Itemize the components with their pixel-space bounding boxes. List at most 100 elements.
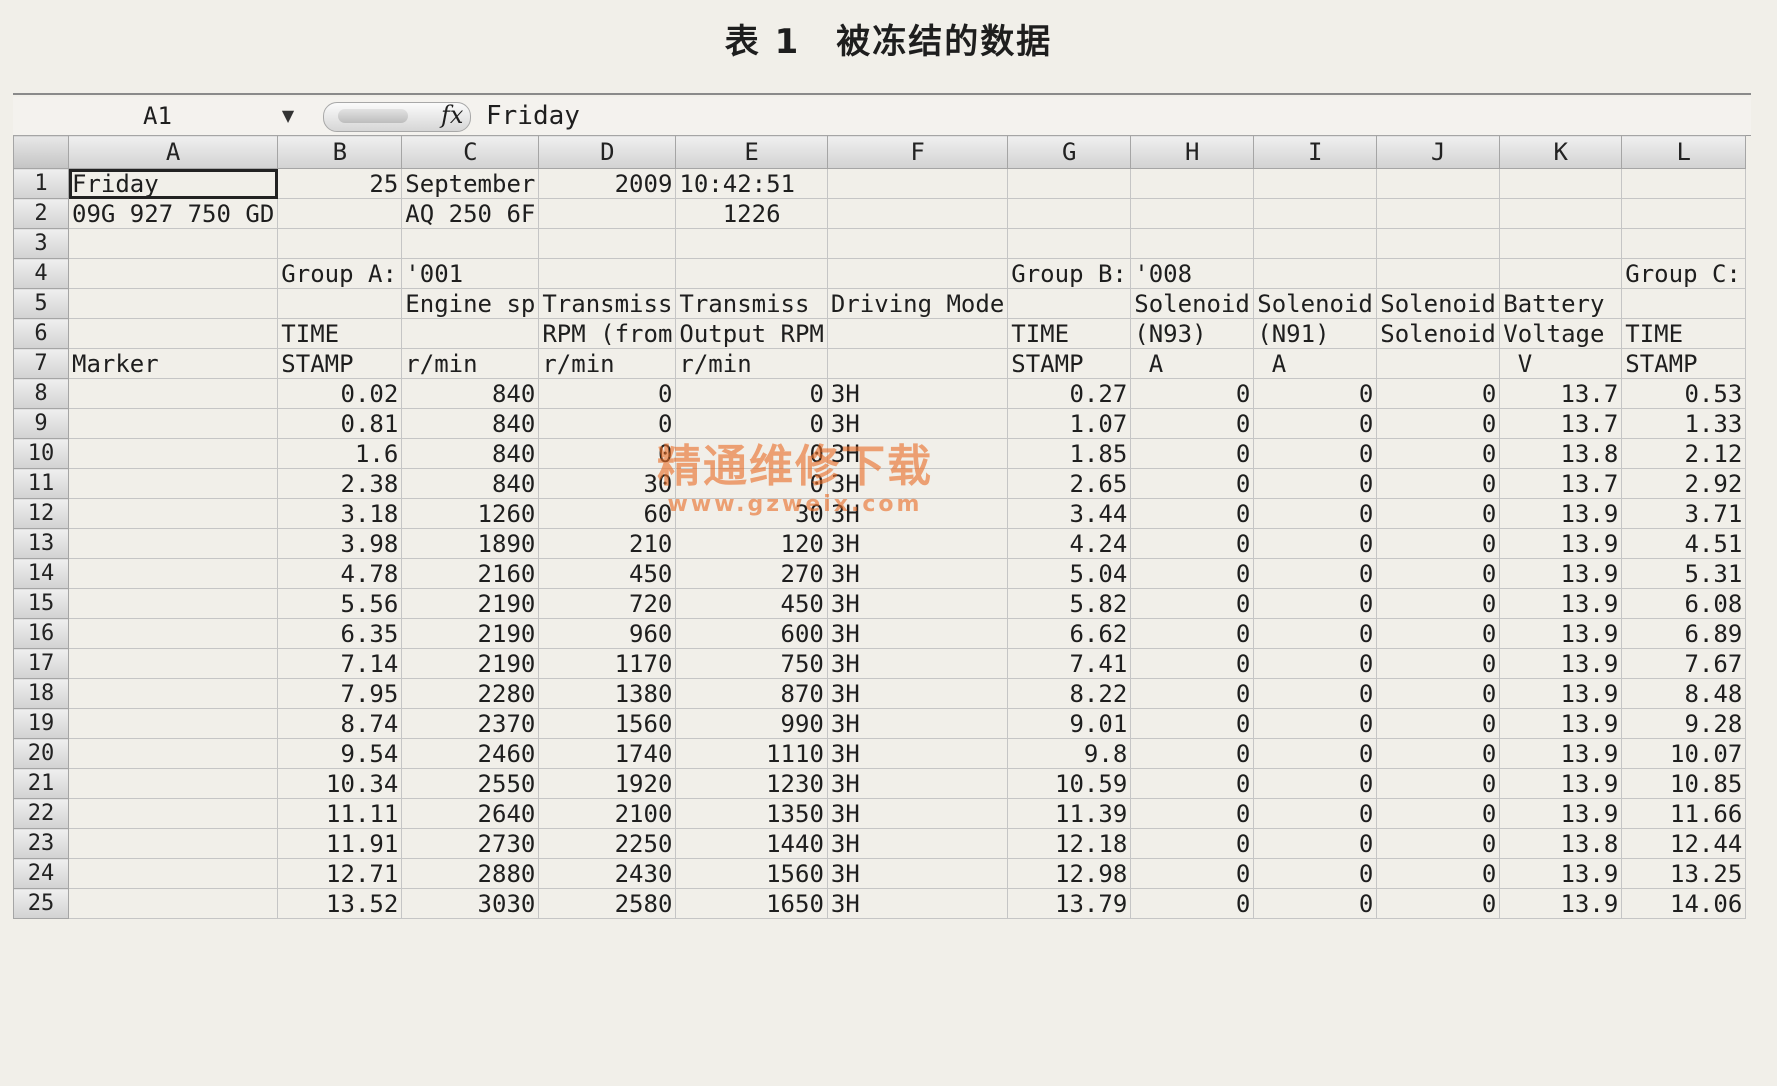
grid-cell[interactable] xyxy=(401,228,540,259)
grid-cell[interactable]: 12.44 xyxy=(1621,828,1747,859)
grid-cell[interactable]: 0 xyxy=(1376,378,1501,409)
grid-cell[interactable]: 0 xyxy=(1376,468,1501,499)
grid-cell[interactable]: 990 xyxy=(675,708,828,739)
grid-cell[interactable]: 870 xyxy=(675,678,828,709)
grid-cell[interactable]: 2460 xyxy=(401,738,540,769)
grid-cell[interactable]: 840 xyxy=(401,408,540,439)
grid-cell[interactable]: 12.98 xyxy=(1007,858,1132,889)
grid-cell[interactable]: 0 xyxy=(1253,498,1378,529)
grid-cell[interactable]: 10.34 xyxy=(277,768,403,799)
grid-cell[interactable]: 1.6 xyxy=(277,438,403,469)
grid-cell[interactable] xyxy=(538,258,677,289)
column-header-e[interactable]: E xyxy=(675,135,828,169)
row-header[interactable]: 19 xyxy=(13,708,69,739)
grid-cell[interactable]: 0 xyxy=(1253,828,1378,859)
column-header-g[interactable]: G xyxy=(1007,135,1132,169)
grid-cell[interactable]: 1226 xyxy=(675,198,828,229)
grid-cell[interactable]: 0 xyxy=(1253,438,1378,469)
grid-cell[interactable]: 270 xyxy=(675,558,828,589)
grid-cell[interactable] xyxy=(1499,168,1623,199)
grid-cell[interactable]: 13.7 xyxy=(1499,408,1623,439)
grid-cell[interactable]: 0 xyxy=(1253,798,1378,829)
column-header-i[interactable]: I xyxy=(1253,135,1378,169)
grid-cell[interactable]: TIME xyxy=(1621,318,1747,349)
grid-cell[interactable]: 3H xyxy=(826,558,1009,589)
grid-cell[interactable]: 1110 xyxy=(675,738,828,769)
grid-cell[interactable] xyxy=(67,528,279,559)
grid-cell[interactable]: 0 xyxy=(1253,648,1378,679)
column-header-a[interactable]: A xyxy=(67,135,279,169)
row-header[interactable]: 18 xyxy=(13,678,69,709)
grid-cell[interactable]: 0 xyxy=(1376,438,1501,469)
grid-cell[interactable]: Solenoid xyxy=(1130,288,1255,319)
grid-cell[interactable] xyxy=(538,198,677,229)
grid-cell[interactable]: 0 xyxy=(1376,888,1501,919)
grid-cell[interactable]: Output RPM xyxy=(675,318,828,349)
grid-cell[interactable]: 0 xyxy=(1130,438,1255,469)
grid-cell[interactable]: STAMP xyxy=(1621,348,1747,379)
grid-cell[interactable]: (N91) xyxy=(1253,318,1378,349)
grid-cell[interactable]: 1650 xyxy=(675,888,828,919)
row-header[interactable]: 3 xyxy=(13,228,69,259)
row-header[interactable]: 9 xyxy=(13,408,69,439)
grid-cell[interactable]: 0.53 xyxy=(1621,378,1747,409)
grid-cell[interactable]: 30 xyxy=(675,498,828,529)
column-header-l[interactable]: L xyxy=(1621,135,1747,169)
grid-cell[interactable]: Group C: xyxy=(1621,258,1747,289)
grid-cell[interactable]: 4.78 xyxy=(277,558,403,589)
grid-cell[interactable] xyxy=(1376,168,1501,199)
grid-cell[interactable]: 1920 xyxy=(538,768,677,799)
column-header-d[interactable]: D xyxy=(538,135,677,169)
grid-cell[interactable] xyxy=(1130,198,1255,229)
row-header[interactable]: 5 xyxy=(13,288,69,319)
grid-cell[interactable]: 2.65 xyxy=(1007,468,1132,499)
grid-cell[interactable]: 3H xyxy=(826,378,1009,409)
grid-cell[interactable]: 1560 xyxy=(538,708,677,739)
grid-cell[interactable]: 1170 xyxy=(538,648,677,679)
grid-cell[interactable]: 3H xyxy=(826,888,1009,919)
grid-cell[interactable]: 13.52 xyxy=(277,888,403,919)
grid-cell[interactable]: 840 xyxy=(401,378,540,409)
grid-cell[interactable] xyxy=(67,288,279,319)
grid-cell[interactable] xyxy=(1007,168,1132,199)
grid-cell[interactable]: 0 xyxy=(1376,528,1501,559)
grid-cell[interactable]: 3.98 xyxy=(277,528,403,559)
grid-cell[interactable]: 0 xyxy=(1130,798,1255,829)
grid-cell[interactable] xyxy=(67,648,279,679)
grid-cell[interactable]: 750 xyxy=(675,648,828,679)
grid-cell[interactable]: 0 xyxy=(538,378,677,409)
grid-cell[interactable]: Group A: xyxy=(277,258,403,289)
grid-cell[interactable]: 0 xyxy=(538,438,677,469)
row-header[interactable]: 7 xyxy=(13,348,69,379)
grid-cell[interactable]: 0 xyxy=(1376,408,1501,439)
grid-cell[interactable] xyxy=(826,318,1009,349)
grid-cell[interactable]: '001 xyxy=(401,258,540,289)
grid-cell[interactable]: 0 xyxy=(1376,768,1501,799)
grid-cell[interactable]: 120 xyxy=(675,528,828,559)
grid-cell[interactable] xyxy=(1376,258,1501,289)
grid-cell[interactable]: 0 xyxy=(1253,738,1378,769)
grid-cell[interactable]: 0 xyxy=(1130,468,1255,499)
grid-cell[interactable] xyxy=(675,258,828,289)
grid-cell[interactable]: 5.56 xyxy=(277,588,403,619)
row-header[interactable]: 16 xyxy=(13,618,69,649)
grid-cell[interactable]: r/min xyxy=(538,348,677,379)
grid-cell[interactable]: 0 xyxy=(1130,558,1255,589)
grid-cell[interactable] xyxy=(1499,258,1623,289)
grid-cell[interactable]: 0 xyxy=(1253,558,1378,589)
grid-cell[interactable] xyxy=(67,498,279,529)
grid-cell[interactable]: 3.71 xyxy=(1621,498,1747,529)
grid-cell[interactable]: 0 xyxy=(1130,708,1255,739)
grid-cell[interactable]: 0 xyxy=(675,378,828,409)
grid-cell[interactable]: September xyxy=(401,168,540,199)
grid-cell[interactable]: 0 xyxy=(1253,468,1378,499)
grid-cell[interactable] xyxy=(67,768,279,799)
grid-cell[interactable]: 8.48 xyxy=(1621,678,1747,709)
row-header[interactable]: 2 xyxy=(13,198,69,229)
chevron-down-icon[interactable]: ▼ xyxy=(275,101,301,131)
grid-cell[interactable]: TIME xyxy=(277,318,403,349)
grid-cell[interactable] xyxy=(67,828,279,859)
grid-cell[interactable]: 3H xyxy=(826,738,1009,769)
grid-cell[interactable]: 6.35 xyxy=(277,618,403,649)
grid-cell[interactable]: 0 xyxy=(1130,888,1255,919)
